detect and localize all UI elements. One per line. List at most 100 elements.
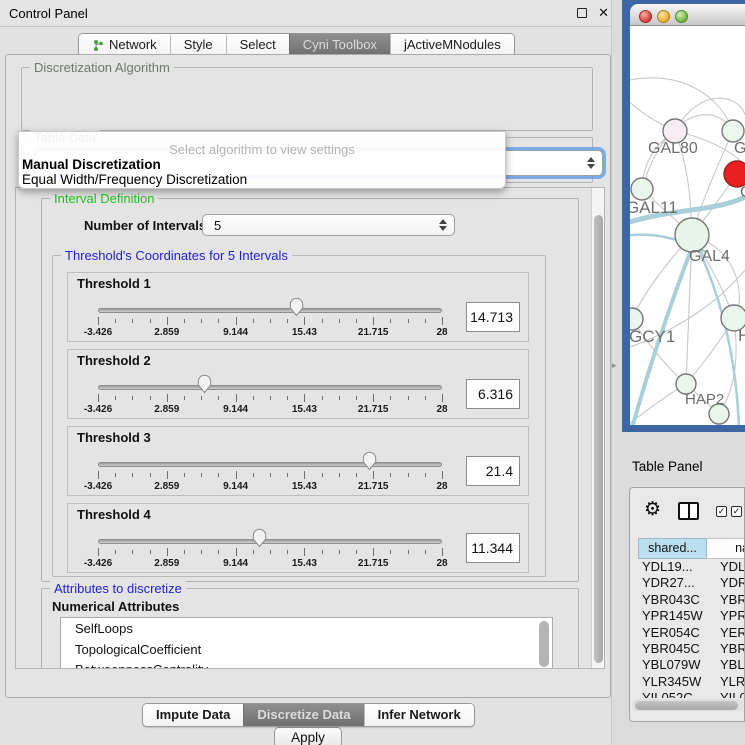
table-row[interactable]: YBR043CYBR0	[638, 592, 745, 608]
tick-mark	[201, 550, 202, 554]
tick-mark	[98, 471, 99, 479]
thresholds-group: Threshold's Coordinates for 5 Intervals …	[52, 255, 546, 577]
threshold-value-field[interactable]: 21.4	[466, 456, 520, 486]
attribute-item[interactable]: SelfLoops	[61, 618, 552, 639]
slider-handle[interactable]	[252, 528, 267, 548]
column-header-name[interactable]: na	[707, 538, 745, 559]
tick-label: 2.859	[154, 327, 179, 338]
threshold-label: Threshold 2	[77, 353, 151, 368]
threshold-value-field[interactable]: 11.344	[466, 533, 520, 563]
network-node[interactable]	[631, 178, 653, 200]
table-row[interactable]: YBR045CYBR0	[638, 641, 745, 657]
slider-handle[interactable]	[362, 451, 377, 471]
close-icon[interactable]: ✕	[598, 5, 609, 21]
divider-arrow-icon[interactable]: ▸	[612, 360, 617, 371]
zoom-traffic-light[interactable]	[675, 10, 688, 23]
attribute-item[interactable]: BetweennessCentrality	[61, 659, 552, 669]
column-header-shared-name[interactable]: shared...	[638, 538, 707, 559]
float-window-icon[interactable]	[577, 8, 587, 18]
num-intervals-combobox[interactable]: 5	[202, 214, 455, 236]
slider-track[interactable]	[98, 385, 442, 390]
panel-divider[interactable]	[611, 0, 622, 745]
node-label: GAL11	[630, 198, 678, 217]
table-row[interactable]: YLR345W YLR3	[638, 674, 745, 690]
numerical-attributes-list[interactable]: SelfLoopsTopologicalCoefficientBetweenne…	[60, 617, 553, 669]
dropdown-hint: Select algorithm to view settings	[19, 142, 505, 157]
table-row[interactable]: YDL19...YDL1	[638, 559, 745, 575]
checkbox-icon[interactable]: ✓	[716, 506, 727, 517]
slider-track[interactable]	[98, 539, 442, 544]
tick-mark	[373, 394, 374, 402]
tab-impute-data[interactable]: Impute Data	[143, 704, 243, 726]
tick-mark	[322, 319, 323, 323]
tick-mark	[356, 396, 357, 400]
tick-label: -3.426	[84, 558, 112, 569]
table-row[interactable]: YDR27...YDR2	[638, 575, 745, 591]
tick-mark	[270, 396, 271, 400]
tab-cyni-toolbox[interactable]: Cyni Toolbox	[289, 34, 390, 56]
attributes-scrollbar[interactable]	[539, 621, 549, 667]
cell-name: YIL0	[720, 690, 745, 698]
slider-track[interactable]	[98, 308, 442, 313]
tick-mark	[356, 473, 357, 477]
tick-label: 2.859	[154, 481, 179, 492]
tick-mark	[132, 550, 133, 554]
table-row[interactable]: YPR145WYPR1	[638, 608, 745, 624]
close-traffic-light[interactable]	[639, 10, 652, 23]
tab-network[interactable]: Network	[79, 34, 170, 56]
node-label: C	[740, 184, 745, 201]
tab-style[interactable]: Style	[170, 34, 226, 56]
tick-mark	[270, 319, 271, 323]
cell-name: YLR3	[720, 674, 745, 689]
table-row[interactable]: YBL079WYBL0	[638, 657, 745, 673]
tab-select[interactable]: Select	[226, 34, 289, 56]
cell-shared-name: YLR345W	[642, 674, 701, 689]
horizontal-scrollbar[interactable]	[632, 699, 744, 711]
minimize-traffic-light[interactable]	[657, 10, 670, 23]
table-rows: YDL19...YDL1YDR27...YDR2YBR043CYBR0YPR14…	[638, 559, 745, 698]
cell-shared-name: YER054C	[642, 625, 700, 640]
slider-track[interactable]	[98, 462, 442, 467]
scrollbar-thumb[interactable]	[594, 215, 603, 663]
gear-icon[interactable]: ⚙	[644, 498, 661, 521]
tab-label: jActiveMNodules	[404, 34, 501, 56]
table-row[interactable]: YER054CYER0	[638, 625, 745, 641]
tick-label: 28	[436, 481, 447, 492]
tick-mark	[442, 394, 443, 402]
scrollbar-thumb[interactable]	[635, 701, 738, 710]
network-node[interactable]	[722, 120, 744, 142]
tick-mark	[253, 396, 254, 400]
group-title: Interval Definition	[50, 191, 158, 206]
network-node[interactable]	[675, 218, 709, 252]
checkbox-icon[interactable]: ✓	[731, 506, 742, 517]
tick-mark	[287, 473, 288, 477]
control-panel-window: Control Panel ✕ Network Style SelectCyni T…	[0, 0, 620, 745]
tab-discretize-data[interactable]: Discretize Data	[243, 704, 363, 726]
vertical-scrollbar[interactable]	[591, 188, 604, 668]
tick-mark	[201, 396, 202, 400]
tick-mark	[167, 394, 168, 402]
cell-shared-name: YDL19...	[642, 559, 693, 574]
dropdown-option-manual[interactable]: Manual Discretization	[22, 157, 161, 172]
tick-label: 9.144	[223, 558, 248, 569]
split-columns-icon[interactable]	[678, 502, 699, 520]
tick-label: 28	[436, 404, 447, 415]
tick-label: 15.43	[292, 558, 317, 569]
apply-button[interactable]: Apply	[274, 727, 342, 745]
slider-handle[interactable]	[289, 297, 304, 317]
tick-label: 15.43	[292, 327, 317, 338]
threshold-value-field[interactable]: 14.713	[466, 302, 520, 332]
table-row[interactable]: YIL052CYIL0	[638, 690, 745, 698]
network-window: GAL80GACGAL11GAL4GCY1HHAP2	[622, 0, 745, 432]
control-panel-titlebar: Control Panel ✕	[0, 0, 620, 27]
tick-mark	[132, 473, 133, 477]
tab-jactivemnodules[interactable]: jActiveMNodules	[390, 34, 514, 56]
tab-infer-network[interactable]: Infer Network	[364, 704, 474, 726]
threshold-value-field[interactable]: 6.316	[466, 379, 520, 409]
tab-label: Discretize Data	[257, 704, 350, 726]
dropdown-option-equal-width[interactable]: Equal Width/Frequency Discretization	[22, 172, 247, 187]
slider-handle[interactable]	[197, 374, 212, 394]
network-canvas[interactable]: GAL80GACGAL11GAL4GCY1HHAP2	[630, 26, 745, 425]
attribute-item[interactable]: TopologicalCoefficient	[61, 639, 552, 660]
tab-label: Style	[184, 34, 213, 56]
